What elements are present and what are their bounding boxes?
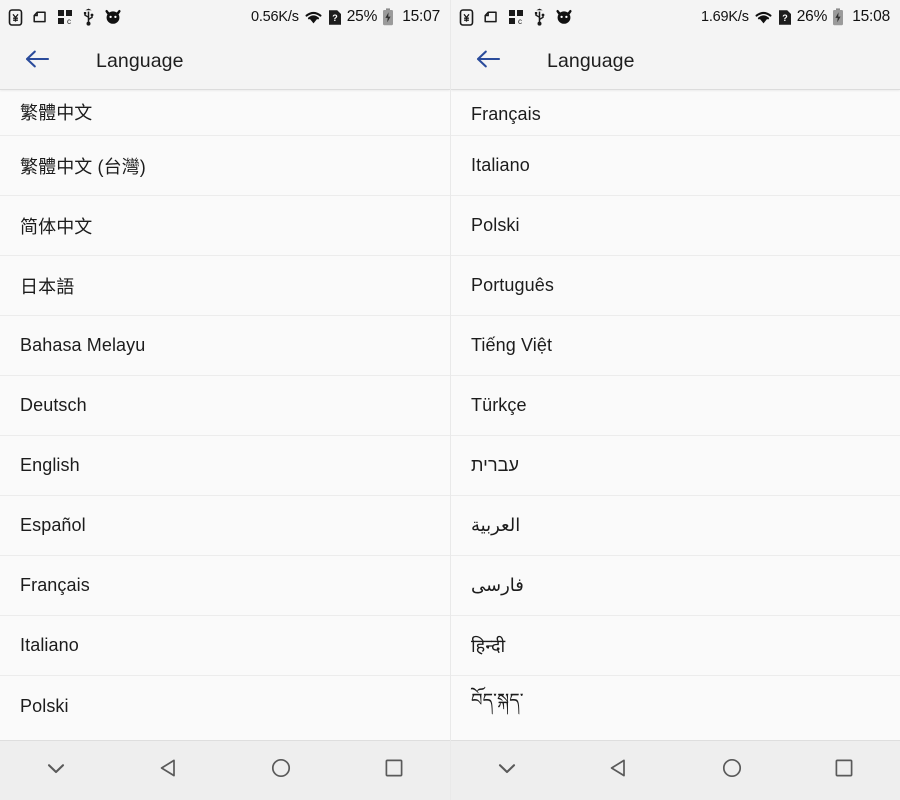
network-speed-label: 0.56K/s [250,9,299,25]
list-item[interactable]: Italiano [0,616,450,676]
app-bar-left: Language [0,34,450,90]
list-item[interactable]: Italiano [451,136,900,196]
battery-percent-label: 26% [796,8,828,25]
language-list-left[interactable]: 繁體中文 繁體中文 (台灣) 简体中文 日本語 Bahasa Melayu De… [0,90,450,740]
usb-icon [533,8,546,26]
list-item[interactable]: Français [451,90,900,136]
list-item[interactable]: Türkçe [451,376,900,436]
svg-text:?: ? [782,13,788,23]
square-recents-icon [381,755,407,786]
status-bar-notification-icons: c [8,8,122,26]
list-item[interactable]: Português [451,256,900,316]
list-item[interactable]: עברית [451,436,900,496]
list-item[interactable]: Tiếng Việt [451,316,900,376]
list-item[interactable]: 繁體中文 [0,90,450,136]
language-list-inner-left: 繁體中文 繁體中文 (台灣) 简体中文 日本語 Bahasa Melayu De… [0,90,450,736]
svg-text:c: c [518,17,522,25]
list-item[interactable]: Español [0,496,450,556]
navigation-bar-right [451,740,900,800]
app-bar-right: Language [451,34,900,90]
list-item[interactable]: Bahasa Melayu [0,316,450,376]
triangle-back-icon [606,755,632,786]
list-item[interactable]: བོད་སྐད་ [451,676,900,736]
home-button[interactable] [676,741,788,800]
svg-text:?: ? [332,13,338,23]
clipboard-icon [32,9,48,25]
status-bar-left: c 0.56K/s ? 25% 15:07 [0,0,450,34]
phone-panel-left: c 0.56K/s ? 25% 15:07 Language 繁體中文 繁體中文… [0,0,450,800]
arrow-left-icon [475,48,501,75]
list-item[interactable]: فارسی [451,556,900,616]
battery-charging-icon [832,8,844,26]
back-navigation-button[interactable] [471,45,505,79]
list-item[interactable]: 繁體中文 (台灣) [0,136,450,196]
navigation-bar-left [0,740,450,800]
page-title: Language [547,50,635,72]
back-button[interactable] [563,741,675,800]
network-speed-label: 1.69K/s [700,9,749,25]
list-item[interactable]: العربية [451,496,900,556]
status-bar-right: c 1.69K/s ? 26% 15:08 [451,0,900,34]
arrow-left-icon [24,48,50,75]
wifi-icon [754,10,773,25]
square-recents-icon [831,755,857,786]
clipboard-icon [483,9,499,25]
status-bar-system-icons: 1.69K/s ? 26% 15:08 [701,8,890,26]
yen-box-icon [8,8,23,26]
phone-panel-right: c 1.69K/s ? 26% 15:08 Language Français … [450,0,900,800]
page-title: Language [96,50,184,72]
hide-navbar-button[interactable] [451,741,563,800]
svg-text:c: c [67,17,71,25]
list-item[interactable]: Polski [451,196,900,256]
chevron-down-icon [494,755,520,786]
status-bar-notification-icons: c [459,8,573,26]
battery-charging-icon [382,8,394,26]
yen-box-icon [459,8,474,26]
circle-home-icon [719,755,745,786]
status-bar-system-icons: 0.56K/s ? 25% 15:07 [251,8,440,26]
list-item[interactable]: Polski [0,676,450,736]
hide-navbar-button[interactable] [0,741,113,800]
grid-apps-icon: c [57,9,73,25]
list-item[interactable]: English [0,436,450,496]
sim-card-unknown-icon: ? [328,9,342,26]
recents-button[interactable] [788,741,900,800]
recents-button[interactable] [338,741,451,800]
back-button[interactable] [113,741,226,800]
list-item[interactable]: Deutsch [0,376,450,436]
home-button[interactable] [225,741,338,800]
cat-head-icon [104,9,122,25]
dual-screenshot-container: c 0.56K/s ? 25% 15:07 Language 繁體中文 繁體中文… [0,0,900,800]
triangle-back-icon [156,755,182,786]
list-item[interactable]: हिन्दी [451,616,900,676]
circle-home-icon [268,755,294,786]
usb-icon [82,8,95,26]
language-list-inner-right: Français Italiano Polski Português Tiếng… [451,90,900,736]
clock-label: 15:08 [852,8,890,25]
list-item[interactable]: Français [0,556,450,616]
back-navigation-button[interactable] [20,45,54,79]
battery-percent-label: 25% [346,8,378,25]
list-item[interactable]: 简体中文 [0,196,450,256]
chevron-down-icon [43,755,69,786]
list-item[interactable]: 日本語 [0,256,450,316]
grid-apps-icon: c [508,9,524,25]
wifi-icon [304,10,323,25]
sim-card-unknown-icon: ? [778,9,792,26]
clock-label: 15:07 [402,8,440,25]
cat-head-icon [555,9,573,25]
language-list-right[interactable]: Français Italiano Polski Português Tiếng… [451,90,900,740]
